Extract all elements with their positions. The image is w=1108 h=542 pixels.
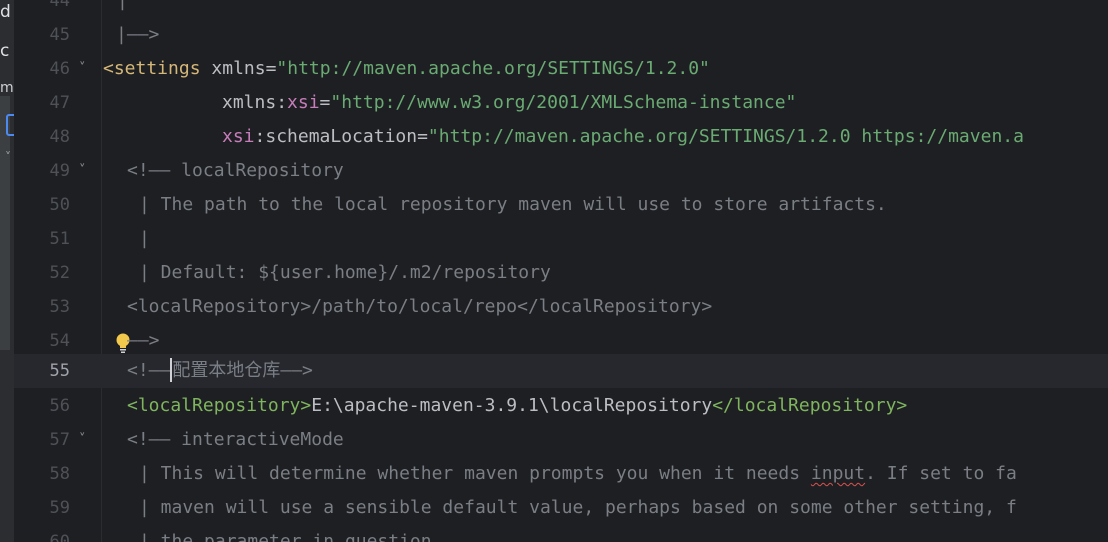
chevron-down-icon[interactable]: ˅: [5, 150, 11, 164]
comment-text: | This will determine whether maven prom…: [139, 463, 811, 484]
line-number[interactable]: 47: [14, 86, 70, 120]
xml-attribute: xmlns: [222, 92, 277, 113]
code-text: ——>: [127, 330, 160, 351]
equals-sign: =: [265, 58, 277, 79]
code-line[interactable]: 54 ——>: [14, 324, 1108, 358]
fold-chevron-icon[interactable]: ˅: [79, 423, 86, 457]
line-number[interactable]: 58: [14, 457, 70, 491]
code-line[interactable]: 58 | This will determine whether maven p…: [14, 457, 1108, 491]
equals-sign: =: [319, 92, 331, 113]
xml-namespace: xsi: [287, 92, 320, 113]
line-number[interactable]: 46: [14, 52, 70, 86]
attribute-value: "http://maven.apache.org/SETTINGS/1.2.0": [276, 58, 710, 79]
code-line[interactable]: 56 <localRepository>E:\apache-maven-3.9.…: [14, 389, 1108, 423]
code-editor[interactable]: 44 | 45 |——> 46 ˅ <settings xmlns="http:…: [14, 0, 1108, 542]
code-line[interactable]: 59 | maven will use a sensible default v…: [14, 491, 1108, 525]
line-number[interactable]: 53: [14, 290, 70, 324]
code-line[interactable]: 53 <localRepository>/path/to/local/repo<…: [14, 290, 1108, 324]
code-text: <localRepository>E:\apache-maven-3.9.1\l…: [127, 389, 907, 423]
code-text: |: [139, 228, 150, 249]
spelling-warning[interactable]: input: [811, 463, 865, 484]
selected-node-frame[interactable]: [6, 114, 14, 136]
current-code-line[interactable]: 55 <!—— 配置本地仓库——>: [14, 354, 1108, 388]
line-number[interactable]: 54: [14, 324, 70, 358]
comment-close: ——>: [280, 360, 313, 381]
code-line[interactable]: 45 |——>: [14, 18, 1108, 52]
code-text: | Default: ${user.home}/.m2/repository: [139, 262, 551, 283]
line-number[interactable]: 52: [14, 256, 70, 290]
code-text: | the parameter in question.: [139, 531, 443, 542]
code-line[interactable]: 57 ˅ <!—— interactiveMode: [14, 423, 1108, 457]
project-tree-fragment: d: [0, 2, 11, 22]
code-text: <localRepository>/path/to/local/repo</lo…: [127, 296, 713, 317]
code-line[interactable]: 47 xmlns:xsi="http://www.w3.org/2001/XML…: [14, 86, 1108, 120]
xml-namespace: xsi: [222, 126, 255, 147]
code-text: <!—— interactiveMode: [127, 429, 344, 450]
code-line[interactable]: 52 | Default: ${user.home}/.m2/repositor…: [14, 256, 1108, 290]
code-text: <!—— 配置本地仓库——>: [127, 354, 313, 388]
line-number[interactable]: 44: [14, 0, 70, 18]
code-text: |: [117, 0, 128, 11]
xml-attribute: xmlns: [211, 58, 266, 79]
equals-sign: =: [417, 126, 428, 147]
line-number[interactable]: 51: [14, 222, 70, 256]
line-number[interactable]: 48: [14, 120, 70, 154]
code-text: | maven will use a sensible default valu…: [139, 497, 1017, 518]
code-text: xsi:schemaLocation="http://maven.apache.…: [222, 126, 1024, 147]
fold-chevron-icon[interactable]: ˅: [79, 52, 86, 86]
code-text: |——>: [116, 24, 160, 45]
comment-text: . If set to fa: [865, 463, 1017, 484]
ide-window: d c m ˅ 44 | 45 |——> 46 ˅ <settings xmln…: [0, 0, 1108, 542]
line-number[interactable]: 57: [14, 423, 70, 457]
line-number[interactable]: 60: [14, 525, 70, 542]
xml-attribute: schemaLocation: [265, 126, 418, 147]
line-number[interactable]: 55: [14, 354, 70, 388]
code-text: xmlns:xsi="http://www.w3.org/2001/XMLSch…: [222, 92, 797, 113]
code-line[interactable]: 50 | The path to the local repository ma…: [14, 188, 1108, 222]
line-number[interactable]: 50: [14, 188, 70, 222]
line-number[interactable]: 45: [14, 18, 70, 52]
code-line[interactable]: 44 |: [14, 0, 1108, 18]
chinese-comment: 配置本地仓库: [172, 360, 281, 381]
attribute-value: "http://maven.apache.org/SETTINGS/1.2.0 …: [427, 126, 1024, 147]
code-text: | This will determine whether maven prom…: [139, 457, 1017, 491]
code-text: <!—— localRepository: [127, 160, 344, 181]
line-number[interactable]: 49: [14, 154, 70, 188]
attribute-value: "http://www.w3.org/2001/XMLSchema-instan…: [330, 92, 797, 113]
code-text: <settings xmlns="http://maven.apache.org…: [103, 52, 710, 86]
code-line[interactable]: 48 xsi:schemaLocation="http://maven.apac…: [14, 120, 1108, 154]
code-text: | The path to the local repository maven…: [139, 194, 887, 215]
xml-tag: <settings: [103, 58, 201, 79]
fold-chevron-icon[interactable]: ˅: [79, 154, 86, 188]
project-tree-fragment: m: [0, 80, 14, 96]
line-number[interactable]: 59: [14, 491, 70, 525]
tag-value: E:\apache-maven-3.9.1\localRepository: [311, 395, 713, 416]
comment-open: <!——: [127, 360, 171, 381]
code-line[interactable]: 51 |: [14, 222, 1108, 256]
project-panel-strip[interactable]: d c m ˅: [0, 0, 14, 542]
xml-tag: <localRepository>: [127, 395, 312, 416]
code-line[interactable]: 46 ˅ <settings xmlns="http://maven.apach…: [14, 52, 1108, 86]
code-line[interactable]: 60 | the parameter in question.: [14, 525, 1108, 542]
xml-tag: </localRepository>: [712, 395, 908, 416]
line-number[interactable]: 56: [14, 389, 70, 423]
code-line[interactable]: 49 ˅ <!—— localRepository: [14, 154, 1108, 188]
project-tree-fragment: c: [0, 41, 10, 61]
